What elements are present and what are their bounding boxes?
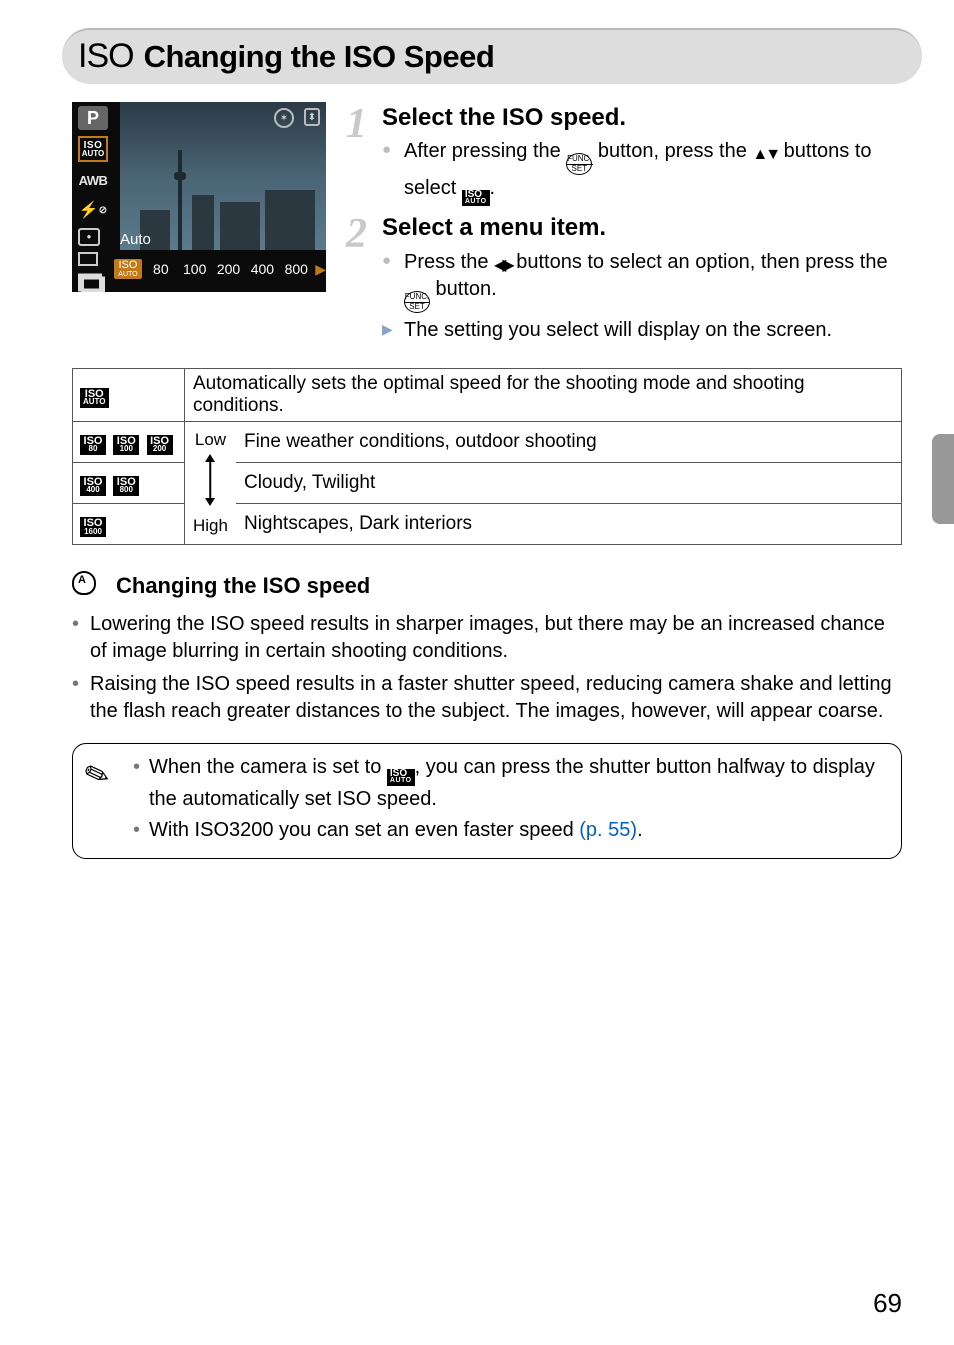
iso-settings-table: ISOAUTO Automatically sets the optimal s… — [72, 368, 902, 545]
awb-icon: AWB — [78, 168, 108, 192]
title-main: Changing the ISO Speed — [144, 39, 495, 74]
iso-chip-auto: ISOAUTO — [80, 388, 109, 408]
flash-off-icon: ⚡⊘ — [78, 198, 108, 222]
step-number: 1 — [346, 96, 367, 153]
table-row: ISOAUTO Automatically sets the optimal s… — [73, 368, 902, 421]
note-box: ✎ When the camera is set to ISOAUTO, you… — [72, 743, 902, 859]
list-item: Raising the ISO speed results in a faste… — [72, 671, 902, 725]
drive-mode-icon — [78, 272, 108, 292]
iso-option-strip: ISOAUTO 80 100 200 400 800 ▶ — [114, 254, 326, 284]
step-title: Select the ISO speed. — [382, 102, 902, 134]
iso-chip-80: ISO80 — [80, 435, 106, 455]
step-instruction: After pressing the FUNC.SET button, pres… — [382, 138, 902, 206]
tip-title: Changing the ISO speed — [116, 573, 370, 599]
orientation-icon: ⬍ — [304, 108, 320, 126]
stabilizer-icon: ✶ — [274, 108, 294, 128]
iso-chip-100: ISO100 — [113, 435, 139, 455]
metering-icon — [78, 228, 100, 246]
iso-chip-200: ISO200 — [147, 435, 173, 455]
list-item: When the camera is set to ISOAUTO, you c… — [133, 754, 887, 813]
low-high-scale: Low High — [185, 421, 236, 544]
iso-option-80: 80 — [146, 261, 176, 277]
iso-chip-1600: ISO1600 — [80, 517, 106, 537]
iso-option-400: 400 — [247, 261, 277, 277]
iso-option-200: 200 — [214, 261, 244, 277]
single-shot-icon — [78, 252, 98, 266]
iso-auto-icon: ISOAUTO — [78, 136, 108, 162]
tip-bulb-icon — [72, 571, 102, 601]
step-1: 1 Select the ISO speed. After pressing t… — [346, 102, 902, 206]
iso-auto-icon: ISOAUTO — [462, 190, 490, 207]
tip-heading: Changing the ISO speed — [72, 571, 902, 601]
iso-option-800: 800 — [281, 261, 311, 277]
tip-list: Lowering the ISO speed results in sharpe… — [72, 611, 902, 725]
step-title: Select a menu item. — [382, 212, 902, 244]
iso-chip-400: ISO400 — [80, 476, 106, 496]
strip-arrow-right-icon: ▶ — [315, 261, 326, 278]
camera-lcd-screenshot: P ISOAUTO AWB ⚡⊘ ✶ ⬍ Auto ISOAUTO 80 100… — [72, 102, 326, 292]
iso-option-100: 100 — [180, 261, 210, 277]
up-down-arrows-icon: ▲▼ — [752, 146, 778, 163]
table-row: ISO80 ISO100 ISO200 Low High Fine weathe… — [73, 421, 902, 462]
table-cell: Fine weather conditions, outdoor shootin… — [236, 421, 902, 462]
section-title: ISO Changing the ISO Speed — [72, 28, 902, 84]
mode-p-icon: P — [78, 106, 108, 130]
left-right-arrows-icon: ◀▶ — [494, 257, 511, 274]
list-item: With ISO3200 you can set an even faster … — [133, 817, 887, 844]
iso-auto-icon: ISOAUTO — [387, 769, 415, 786]
list-item: Lowering the ISO speed results in sharpe… — [72, 611, 902, 665]
step-instruction: Press the ◀▶ buttons to select an option… — [382, 249, 902, 313]
pencil-note-icon: ✎ — [79, 753, 116, 800]
title-prefix: ISO — [78, 37, 134, 75]
iso-chip-800: ISO800 — [113, 476, 139, 496]
step-result: The setting you select will display on t… — [382, 317, 902, 344]
step-number: 2 — [346, 206, 367, 263]
table-cell: Automatically sets the optimal speed for… — [185, 368, 902, 421]
step-2: 2 Select a menu item. Press the ◀▶ butto… — [346, 212, 902, 343]
table-cell: Nightscapes, Dark interiors — [236, 504, 902, 545]
iso-option-auto: ISOAUTO — [114, 259, 142, 279]
page-number: 69 — [873, 1288, 902, 1319]
iso-selected-label: Auto — [120, 231, 151, 248]
table-cell: Cloudy, Twilight — [236, 463, 902, 504]
func-set-button-icon: FUNC.SET — [404, 291, 430, 313]
func-set-button-icon: FUNC.SET — [566, 153, 592, 175]
page-reference-link[interactable]: (p. 55) — [579, 819, 637, 841]
